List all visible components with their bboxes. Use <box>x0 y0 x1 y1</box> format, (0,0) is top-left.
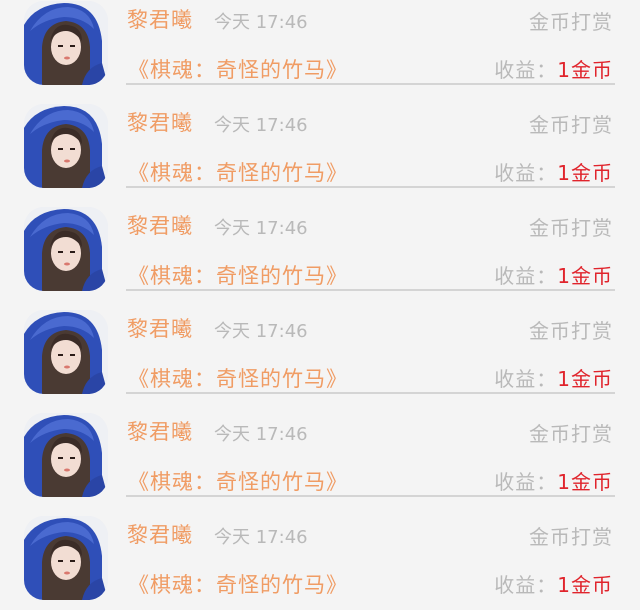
earnings: 收益：1金币 <box>494 157 613 186</box>
earnings: 收益：1金币 <box>494 466 613 495</box>
avatar[interactable] <box>24 104 108 188</box>
avatar[interactable] <box>24 1 108 85</box>
sender-name[interactable]: 黎君曦 <box>127 4 193 34</box>
tip-record-list: 黎君曦 今天 17:46 金币打赏 《棋魂：奇怪的竹马》 收益：1金币 黎君曦 … <box>0 0 640 602</box>
sender-name[interactable]: 黎君曦 <box>127 210 193 240</box>
tip-time: 今天 17:46 <box>214 115 308 136</box>
tip-type: 金币打赏 <box>529 422 613 446</box>
book-title[interactable]: 《棋魂：奇怪的竹马》 <box>128 466 348 496</box>
earnings-label: 收益： <box>494 367 558 391</box>
tip-time: 今天 17:46 <box>214 218 308 239</box>
earnings-label: 收益： <box>494 470 558 494</box>
book-title[interactable]: 《棋魂：奇怪的竹马》 <box>128 54 348 84</box>
avatar[interactable] <box>24 207 108 291</box>
divider <box>126 495 615 497</box>
sender-name[interactable]: 黎君曦 <box>127 519 193 549</box>
earnings: 收益：1金币 <box>494 569 613 598</box>
list-item[interactable]: 黎君曦 今天 17:46 金币打赏 《棋魂：奇怪的竹马》 收益：1金币 <box>0 507 640 610</box>
earnings-value: 1金币 <box>557 367 613 391</box>
avatar[interactable] <box>24 516 108 600</box>
book-title[interactable]: 《棋魂：奇怪的竹马》 <box>128 363 348 393</box>
earnings-value: 1金币 <box>557 58 613 82</box>
earnings: 收益：1金币 <box>494 363 613 392</box>
list-item[interactable]: 黎君曦 今天 17:46 金币打赏 《棋魂：奇怪的竹马》 收益：1金币 <box>0 198 640 301</box>
avatar[interactable] <box>24 310 108 394</box>
earnings: 收益：1金币 <box>494 54 613 83</box>
earnings-label: 收益： <box>494 161 558 185</box>
divider <box>126 392 615 394</box>
sender-name[interactable]: 黎君曦 <box>127 107 193 137</box>
earnings: 收益：1金币 <box>494 260 613 289</box>
sender-name[interactable]: 黎君曦 <box>127 313 193 343</box>
divider <box>126 83 615 85</box>
tip-type: 金币打赏 <box>529 319 613 343</box>
list-item[interactable]: 黎君曦 今天 17:46 金币打赏 《棋魂：奇怪的竹马》 收益：1金币 <box>0 404 640 507</box>
tip-time: 今天 17:46 <box>214 12 308 33</box>
tip-type: 金币打赏 <box>529 113 613 137</box>
earnings-value: 1金币 <box>557 573 613 597</box>
tip-time: 今天 17:46 <box>214 527 308 548</box>
tip-type: 金币打赏 <box>529 525 613 549</box>
book-title[interactable]: 《棋魂：奇怪的竹马》 <box>128 569 348 599</box>
divider <box>126 186 615 188</box>
list-item[interactable]: 黎君曦 今天 17:46 金币打赏 《棋魂：奇怪的竹马》 收益：1金币 <box>0 95 640 198</box>
tip-time: 今天 17:46 <box>214 424 308 445</box>
earnings-label: 收益： <box>494 264 558 288</box>
avatar[interactable] <box>24 413 108 497</box>
earnings-value: 1金币 <box>557 470 613 494</box>
sender-name[interactable]: 黎君曦 <box>127 416 193 446</box>
list-item[interactable]: 黎君曦 今天 17:46 金币打赏 《棋魂：奇怪的竹马》 收益：1金币 <box>0 301 640 404</box>
earnings-value: 1金币 <box>557 264 613 288</box>
earnings-label: 收益： <box>494 58 558 82</box>
book-title[interactable]: 《棋魂：奇怪的竹马》 <box>128 157 348 187</box>
earnings-label: 收益： <box>494 573 558 597</box>
tip-type: 金币打赏 <box>529 216 613 240</box>
divider <box>126 289 615 291</box>
tip-time: 今天 17:46 <box>214 321 308 342</box>
book-title[interactable]: 《棋魂：奇怪的竹马》 <box>128 260 348 290</box>
earnings-value: 1金币 <box>557 161 613 185</box>
list-item[interactable]: 黎君曦 今天 17:46 金币打赏 《棋魂：奇怪的竹马》 收益：1金币 <box>0 0 640 95</box>
tip-type: 金币打赏 <box>529 10 613 34</box>
